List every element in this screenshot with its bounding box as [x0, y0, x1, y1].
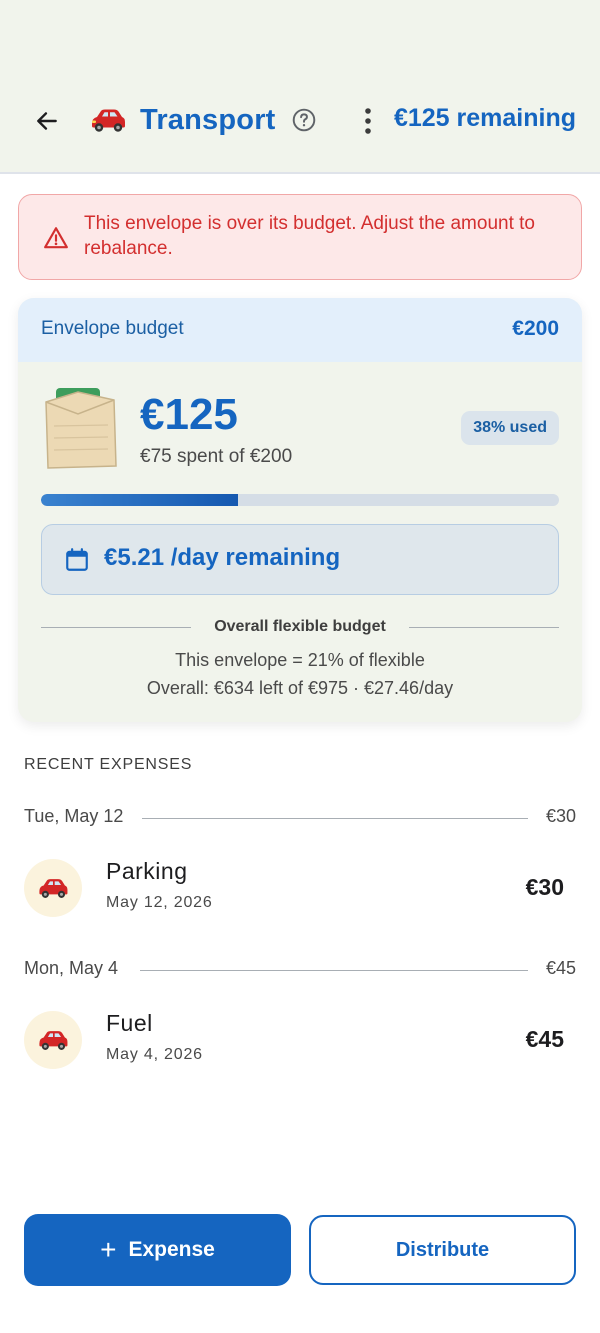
budget-progress-fill — [41, 494, 238, 506]
alert-message: This envelope is over its budget. Adjust… — [84, 213, 535, 259]
envelope-card-header: Envelope budget €200 — [18, 298, 582, 362]
back-button[interactable] — [30, 104, 64, 138]
used-percentage-badge: 38% used — [461, 411, 559, 445]
calendar-icon — [66, 548, 88, 571]
expense-date: May 4, 2026 — [106, 1046, 203, 1063]
distribute-label: Distribute — [395, 1238, 490, 1261]
red-car-icon — [39, 879, 68, 898]
per-day-remaining-box[interactable]: €5.21 /day remaining — [41, 524, 559, 595]
warning-triangle-icon — [44, 227, 68, 249]
plus-icon: + — [100, 1234, 117, 1265]
help-button[interactable] — [290, 106, 318, 134]
envelope-icon — [45, 388, 117, 469]
envelope-card: Envelope budget €200 €125 €75 spent of €… — [18, 298, 582, 722]
day-group-header: Mon, May 4 €45 — [24, 958, 576, 982]
add-expense-label: Expense — [128, 1238, 215, 1261]
envelope-share-text: This envelope = 21% of flexible — [175, 650, 425, 670]
expense-amount: €30 — [525, 874, 564, 900]
expense-name: Fuel — [106, 1010, 153, 1036]
add-expense-button[interactable]: + Expense — [24, 1214, 291, 1286]
overall-budget-text: Overall: €634 left of €975 · €27.46/day — [146, 678, 454, 698]
envelope-budget-label: Envelope budget — [41, 318, 184, 339]
day-label: Tue, May 12 — [24, 806, 136, 827]
question-circle-icon — [292, 108, 316, 132]
red-car-icon — [88, 105, 128, 135]
distribute-button[interactable]: Distribute — [309, 1215, 576, 1285]
expense-row[interactable]: Fuel May 4, 2026 €45 — [0, 1000, 600, 1080]
more-options-button[interactable] — [356, 104, 380, 138]
remaining-amount-header[interactable]: €125 remaining — [394, 104, 576, 133]
day-label: Mon, May 4 — [24, 958, 131, 979]
budget-progress-bar — [41, 494, 559, 506]
day-total: €45 — [533, 958, 576, 979]
over-budget-alert: This envelope is over its budget. Adjust… — [18, 194, 582, 280]
expense-row[interactable]: Parking May 12, 2026 €30 — [0, 848, 600, 928]
expense-avatar — [24, 859, 82, 917]
expense-date: May 12, 2026 — [106, 894, 213, 911]
recent-expenses-title: RECENT EXPENSES — [24, 756, 193, 773]
envelope-budget-value: €200 — [512, 317, 559, 340]
day-total: €30 — [533, 806, 576, 827]
top-app-bar: Transport €125 remaining — [0, 0, 600, 174]
spent-summary: €75 spent of €200 — [140, 446, 293, 467]
more-vertical-icon — [365, 108, 371, 134]
per-day-remaining: €5.21 /day remaining — [104, 544, 341, 571]
day-divider — [142, 818, 528, 819]
overall-flexible-budget-label: Overall flexible budget — [18, 618, 582, 636]
day-divider — [140, 970, 528, 971]
page-title: Transport — [140, 103, 276, 136]
arrow-left-icon — [37, 112, 57, 130]
expense-amount: €45 — [525, 1026, 564, 1052]
red-car-icon — [39, 1031, 68, 1050]
expense-avatar — [24, 1011, 82, 1069]
page-title-group: Transport — [88, 100, 276, 140]
remaining-amount: €125 — [140, 390, 238, 439]
expense-name: Parking — [106, 858, 188, 884]
day-group-header: Tue, May 12 €30 — [24, 806, 576, 830]
